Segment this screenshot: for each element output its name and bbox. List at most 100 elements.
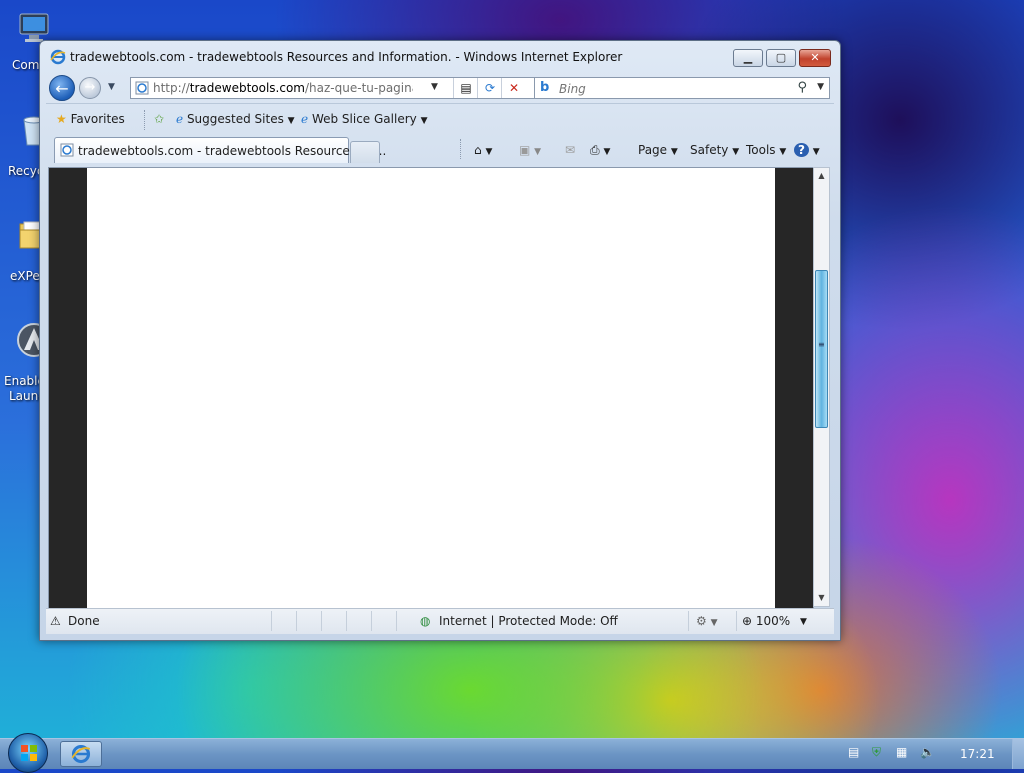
status-separator bbox=[321, 611, 322, 631]
printer-icon: ⎙ bbox=[590, 143, 600, 157]
maximize-icon: ▢ bbox=[775, 51, 787, 64]
search-icon[interactable]: ⚲ bbox=[797, 80, 807, 95]
status-text: Done bbox=[68, 614, 100, 628]
clock[interactable]: 17:21 bbox=[960, 747, 995, 761]
scroll-up-arrow[interactable]: ▲ bbox=[814, 168, 829, 184]
status-bar: ⚠ Done ◍ Internet | Protected Mode: Off … bbox=[46, 608, 834, 634]
ie-page-icon: ℯ bbox=[176, 112, 184, 126]
address-bar[interactable]: http://tradewebtools.com/haz-que-tu-pagi… bbox=[130, 77, 540, 99]
stop-button[interactable]: ✕ bbox=[501, 78, 526, 98]
start-button[interactable] bbox=[8, 733, 48, 773]
home-icon: ⌂ bbox=[474, 143, 482, 157]
title-bar[interactable]: tradewebtools.com - tradewebtools Resour… bbox=[40, 41, 840, 73]
scroll-down-arrow[interactable]: ▼ bbox=[814, 590, 829, 606]
refresh-button[interactable]: ⟳ bbox=[477, 78, 502, 98]
safety-menu-label: Safety bbox=[690, 143, 729, 157]
security-zone[interactable]: Internet | Protected Mode: Off bbox=[439, 614, 618, 628]
url-prefix: http:// bbox=[153, 81, 190, 95]
favorites-button[interactable]: ★ Favorites bbox=[56, 112, 125, 126]
zoom-control[interactable]: ⊕ 100% bbox=[742, 614, 790, 628]
window-title: tradewebtools.com - tradewebtools Resour… bbox=[70, 50, 623, 64]
scroll-thumb[interactable]: ≡ bbox=[815, 270, 828, 428]
mail-icon: ✉ bbox=[565, 143, 576, 157]
tools-menu-label: Tools bbox=[746, 143, 776, 157]
status-separator bbox=[346, 611, 347, 631]
favorites-bar: ★ Favorites ✩ ℯ Suggested Sites ▼ ℯ Web … bbox=[46, 103, 834, 136]
notes-icon[interactable]: ▤ bbox=[848, 745, 859, 759]
zoom-dropdown[interactable]: ▼ bbox=[800, 617, 807, 627]
web-slice-gallery-button[interactable]: ℯ Web Slice Gallery ▼ bbox=[301, 112, 427, 126]
add-to-favorites-bar-button[interactable]: ✩ bbox=[154, 112, 164, 126]
minimize-button[interactable]: ▁ bbox=[733, 49, 763, 67]
search-box[interactable]: b ⚲ ▼ bbox=[534, 77, 830, 99]
address-dropdown[interactable]: ▼ bbox=[431, 82, 438, 92]
read-mail-button[interactable]: ✉ bbox=[565, 143, 575, 157]
refresh-icon: ⟳ bbox=[484, 81, 496, 95]
page-menu-label: Page bbox=[638, 143, 668, 157]
grip-icon: ≡ bbox=[818, 340, 825, 349]
show-desktop-button[interactable] bbox=[1012, 739, 1024, 769]
forward-arrow-icon: → bbox=[84, 80, 96, 95]
search-input[interactable] bbox=[557, 80, 781, 98]
zoom-icon: ⊕ bbox=[742, 614, 753, 628]
url-path: /haz-que-tu-pagina-web-t bbox=[305, 81, 413, 95]
volume-muted-icon[interactable]: 🔈 bbox=[920, 745, 935, 759]
desktop-icon-label: Com bbox=[12, 58, 40, 72]
ie-page-icon: ℯ bbox=[301, 112, 309, 126]
chevron-down-icon: ▼ bbox=[670, 147, 678, 157]
security-shield-icon[interactable]: ⛨ bbox=[872, 745, 881, 760]
desktop-icon-folder[interactable]: eXPer bbox=[0, 216, 49, 283]
desktop-icon-recycle-bin[interactable]: Recyc bbox=[0, 112, 45, 178]
lock-icon: ⚙ bbox=[696, 614, 707, 628]
recent-pages-dropdown[interactable]: ▼ bbox=[108, 82, 115, 92]
chevron-down-icon: ▼ bbox=[779, 147, 787, 157]
rss-icon: ▣ bbox=[519, 143, 531, 157]
popup-blocker-button[interactable]: ⚙ ▼ bbox=[696, 614, 718, 628]
chevron-down-icon: ▼ bbox=[603, 147, 611, 157]
network-icon[interactable]: ▦ bbox=[896, 745, 907, 759]
safety-menu[interactable]: Safety ▼ bbox=[690, 143, 739, 157]
status-separator bbox=[688, 611, 689, 631]
home-button[interactable]: ⌂ ▼ bbox=[474, 143, 492, 157]
web-slice-gallery-label: Web Slice Gallery bbox=[311, 112, 417, 126]
maximize-button[interactable]: ▢ bbox=[766, 49, 796, 67]
chevron-down-icon: ▼ bbox=[287, 116, 295, 126]
ie-page-icon bbox=[60, 143, 74, 157]
page-viewport[interactable] bbox=[48, 167, 814, 609]
help-button[interactable]: ? ▼ bbox=[794, 143, 820, 157]
system-tray: ▤ ⛨ ▦ 🔈 bbox=[840, 739, 1024, 769]
desktop-icon-computer[interactable]: Com bbox=[0, 10, 49, 72]
print-button[interactable]: ⎙ ▼ bbox=[590, 143, 610, 158]
back-button[interactable]: ← bbox=[49, 75, 75, 101]
desktop-icon-launcher[interactable]: Enable Launc bbox=[0, 322, 51, 403]
status-separator bbox=[396, 611, 397, 631]
status-separator bbox=[296, 611, 297, 631]
web-page-content[interactable] bbox=[87, 168, 775, 608]
tab-tradewebtools[interactable]: tradewebtools.com - tradewebtools Resour… bbox=[54, 137, 386, 163]
chevron-down-icon: ▼ bbox=[710, 618, 718, 628]
ie-logo-icon bbox=[50, 49, 66, 65]
compatibility-view-button[interactable]: ▤ bbox=[453, 78, 478, 98]
search-options-dropdown[interactable]: ▼ bbox=[817, 82, 824, 92]
address-url[interactable]: http://tradewebtools.com/haz-que-tu-pagi… bbox=[153, 81, 413, 95]
suggested-sites-button[interactable]: ℯ Suggested Sites ▼ bbox=[176, 112, 295, 126]
page-menu[interactable]: Page ▼ bbox=[638, 143, 678, 157]
vertical-scrollbar[interactable]: ▲ ≡ ▼ bbox=[813, 167, 830, 607]
feeds-button[interactable]: ▣ ▼ bbox=[519, 143, 541, 157]
status-separator bbox=[371, 611, 372, 631]
forward-button[interactable]: → bbox=[79, 77, 101, 99]
tools-menu[interactable]: Tools ▼ bbox=[746, 143, 786, 157]
new-tab-button[interactable] bbox=[350, 141, 380, 163]
chevron-down-icon: ▼ bbox=[534, 147, 542, 157]
url-domain: tradewebtools.com bbox=[189, 81, 305, 95]
status-separator bbox=[736, 611, 737, 631]
ie-window[interactable]: tradewebtools.com - tradewebtools Resour… bbox=[39, 40, 841, 641]
bing-icon: b bbox=[540, 80, 550, 95]
chevron-down-icon: ▼ bbox=[732, 147, 740, 157]
favorites-label: Favorites bbox=[70, 112, 125, 126]
help-icon: ? bbox=[794, 143, 809, 157]
close-button[interactable]: ✕ bbox=[799, 49, 831, 67]
taskbar-ie-button[interactable] bbox=[60, 741, 102, 767]
tab-row: tradewebtools.com - tradewebtools Resour… bbox=[46, 135, 834, 163]
ie-logo-icon bbox=[71, 744, 91, 764]
